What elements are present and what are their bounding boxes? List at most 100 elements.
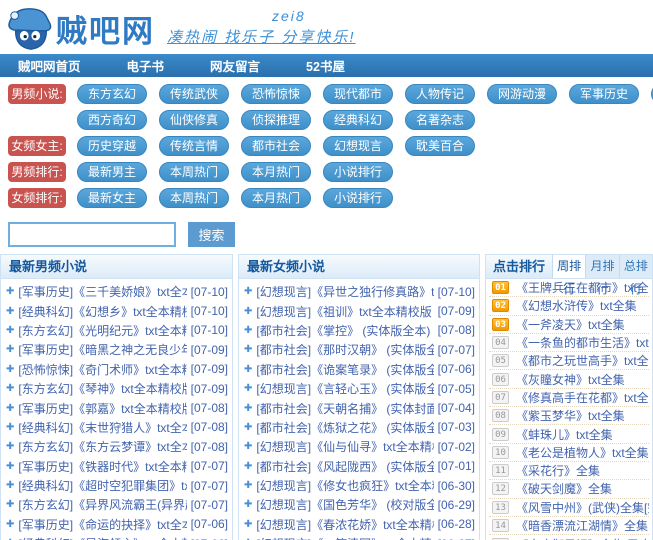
book-link[interactable]: [东方玄幻]《东方云梦谭》txt全本精校版	[18, 438, 186, 455]
book-link[interactable]: [都市社会]《炼狱之花》 (实体版全本)	[256, 419, 433, 436]
book-link[interactable]: [经典科幻]《末世狩猎人》txt全本精校版	[18, 419, 186, 436]
rank-book-link[interactable]: 《破天剑魔》全集	[516, 480, 612, 497]
category-button[interactable]: 本月热门	[241, 188, 311, 208]
category-button[interactable]: 本周热门	[159, 188, 229, 208]
book-link[interactable]: [经典科幻]《幻想乡》txt全本精校版	[18, 303, 186, 320]
rank-book-link[interactable]: 《一条鱼的都市生活》txt全集	[516, 334, 649, 351]
category-button[interactable]: 名著杂志	[405, 110, 475, 130]
rank-book-link[interactable]: 《老公是植物人》txt全集	[516, 444, 649, 461]
search-input[interactable]	[8, 222, 176, 247]
list-item: ✚ [幻想现言]《祖训》txt全本精校版 [07-09]	[241, 301, 475, 320]
category-button[interactable]: 东方玄幻	[77, 84, 147, 104]
book-link[interactable]: [经典科幻]《超时空犯罪集团》txt全本精校版	[18, 477, 186, 494]
book-link[interactable]: [都市社会]《掌控》 (实体版全本)	[256, 322, 433, 339]
book-link[interactable]: [幻想现言]《异世之独行修真路》txt全本精校版	[256, 283, 433, 300]
category-button[interactable]: 西方奇幻	[77, 110, 147, 130]
nav-item[interactable]: 网友留言	[198, 56, 272, 75]
book-link[interactable]: [东方玄幻]《异界风流霸王(异界超级霸王)》txt全	[18, 496, 186, 513]
ranking-list: 01 《王牌兵王在都市》txt全集 02 《幻想水浒传》txt全集 03 《一斧…	[486, 279, 652, 540]
book-link[interactable]: [恐怖惊悚]《奇门术师》txt全本精校版	[18, 361, 186, 378]
rank-badge: 05	[492, 354, 509, 367]
rank-book-link[interactable]: 《风雪中州》(武侠)全集[完整校对]	[516, 499, 649, 516]
book-link[interactable]: [军事历史]《命运的抉择》txt全本精校版	[18, 516, 186, 533]
book-link[interactable]: [都市社会]《天朝名捕》 (实体封面全本)	[256, 400, 433, 417]
category-label-female-novel: 女频女主:	[8, 136, 66, 156]
rank-book-link[interactable]: 《一斧凌天》txt全集	[516, 316, 625, 333]
rank-badge: 04	[492, 336, 509, 349]
category-button[interactable]: 人物传记	[405, 84, 475, 104]
rank-book-link[interactable]: 《采花行》全集	[516, 462, 600, 479]
list-item: ✚ [军事历史]《郭嘉》txt全本精校版 [07-08]	[3, 398, 228, 417]
list-item: ✚ [军事历史]《暗黑之神之无良少年》txt全本精校版 [07-09]	[3, 340, 228, 359]
rank-book-link[interactable]: 《蚌珠儿》txt全集	[516, 426, 613, 443]
rank-book-link[interactable]: 《幻想水浒传》txt全集	[516, 297, 637, 314]
category-button[interactable]: 最新男主	[77, 162, 147, 182]
rank-badge: 03	[492, 318, 509, 331]
category-button[interactable]: 仙侠修真	[159, 110, 229, 130]
list-item: ✚ [幻想现言]《一笑清国》txt全本精校版 [06-27]	[241, 534, 475, 540]
rank-book-link[interactable]: 《大唐御风记》全集[已出书版本]	[516, 536, 649, 540]
category-button[interactable]: 最新女主	[77, 188, 147, 208]
book-link[interactable]: [军事历史]《郭嘉》txt全本精校版	[18, 400, 186, 417]
category-button[interactable]: 网游动漫	[487, 84, 557, 104]
book-link[interactable]: [都市社会]《风起陇西》 (实体版全本)	[256, 458, 433, 475]
list-item: ✚ [军事历史]《铁器时代》txt全本精校版 [07-07]	[3, 457, 228, 476]
category-button[interactable]: 军事历史	[569, 84, 639, 104]
nav-item[interactable]: 52书屋	[294, 56, 357, 75]
category-button[interactable]: 本月热门	[241, 162, 311, 182]
category-button[interactable]: 都市社会	[241, 136, 311, 156]
rank-book-link[interactable]: 《紫玉梦华》txt全集	[516, 407, 625, 424]
rank-book-link[interactable]: 《都市之玩世高手》txt全集	[516, 352, 649, 369]
nav-item[interactable]: 电子书	[115, 56, 177, 75]
book-link[interactable]: [幻想现言]《春浓花娇》txt全本精校版	[256, 516, 433, 533]
book-link[interactable]: [东方玄幻]《琴神》txt全本精校版	[18, 380, 186, 397]
category-button[interactable]: 小说排行	[323, 162, 393, 182]
search-button[interactable]: 搜索	[188, 222, 235, 247]
category-label-female-rank: 女频排行:	[8, 188, 66, 208]
bullet-icon: ✚	[6, 403, 14, 414]
book-link[interactable]: [军事历史]《暗黑之神之无良少年》txt全本精校版	[18, 341, 186, 358]
category-button[interactable]: 小说排行	[323, 188, 393, 208]
rank-item: 08 《紫玉梦华》txt全集	[489, 407, 649, 425]
category-button[interactable]: 幻想现言	[323, 136, 393, 156]
ranking-tab[interactable]: 总排行	[619, 255, 652, 278]
rank-badge: 14	[492, 519, 509, 532]
bullet-icon: ✚	[6, 519, 14, 530]
bullet-icon: ✚	[244, 364, 252, 375]
category-button[interactable]: 本周热门	[159, 162, 229, 182]
rank-book-link[interactable]: 《灰瞳女神》txt全集	[516, 371, 625, 388]
category-button[interactable]: 传统言情	[159, 136, 229, 156]
rank-badge: 02	[492, 299, 509, 312]
site-mascot-icon[interactable]	[6, 5, 54, 53]
bullet-icon: ✚	[6, 499, 14, 510]
site-header: 贼吧网 zei8 凑热闹 找乐子 分享快乐!	[0, 0, 653, 54]
book-link[interactable]: [幻想现言]《修女也疯狂》txt全本精校版	[256, 477, 433, 494]
category-button[interactable]: 历史穿越	[77, 136, 147, 156]
category-button[interactable]: 现代都市	[323, 84, 393, 104]
book-link[interactable]: [都市社会]《诡案笔录》 (实体版全本)	[256, 361, 433, 378]
rank-book-link[interactable]: 《暗香漂流江湖情》全集	[516, 517, 648, 534]
nav-item[interactable]: 贼吧网首页	[6, 56, 93, 75]
book-link[interactable]: [军事历史]《三千美娇娘》txt全本精校版	[18, 283, 186, 300]
rank-book-link[interactable]: 《修真高手在花都》txt全集	[516, 389, 649, 406]
category-button[interactable]: 经典科幻	[323, 110, 393, 130]
ranking-tab[interactable]: 月排行	[585, 255, 618, 278]
ranking-tab[interactable]: 周排行	[552, 255, 585, 278]
book-link[interactable]: [东方玄幻]《光明纪元》txt全本精校版	[18, 322, 186, 339]
book-link[interactable]: [幻想现言]《国色芳华》 (校对版全本+番外)	[256, 496, 433, 513]
category-button[interactable]: 耽美百合	[405, 136, 475, 156]
book-link[interactable]: [幻想现言]《一笑清国》txt全本精校版	[256, 535, 433, 540]
book-link[interactable]: [经典科幻]《星海领主》txt全本精校版	[18, 535, 186, 540]
book-link[interactable]: [军事历史]《铁器时代》txt全本精校版	[18, 458, 186, 475]
panel-latest-male: 最新男频小说 ✚ [军事历史]《三千美娇娘》txt全本精校版 [07-10] ✚…	[0, 254, 233, 540]
rank-book-link[interactable]: 《王牌兵王在都市》txt全集	[516, 279, 649, 296]
book-link[interactable]: [幻想现言]《言轻心玉》 (实体版全本)	[256, 380, 433, 397]
book-link[interactable]: [幻想现言]《祖训》txt全本精校版	[256, 303, 433, 320]
book-link[interactable]: [幻想现言]《仙与仙寻》txt全本精校版	[256, 438, 433, 455]
category-button[interactable]: 传统武侠	[159, 84, 229, 104]
ranking-header: 点击排行 周排行月排行总排行	[486, 255, 652, 279]
category-button[interactable]: 侦探推理	[241, 110, 311, 130]
category-button[interactable]: 恐怖惊悚	[241, 84, 311, 104]
book-link[interactable]: [都市社会]《那时汉朝》 (实体版全本)	[256, 341, 433, 358]
site-title[interactable]: 贼吧网	[56, 6, 155, 51]
